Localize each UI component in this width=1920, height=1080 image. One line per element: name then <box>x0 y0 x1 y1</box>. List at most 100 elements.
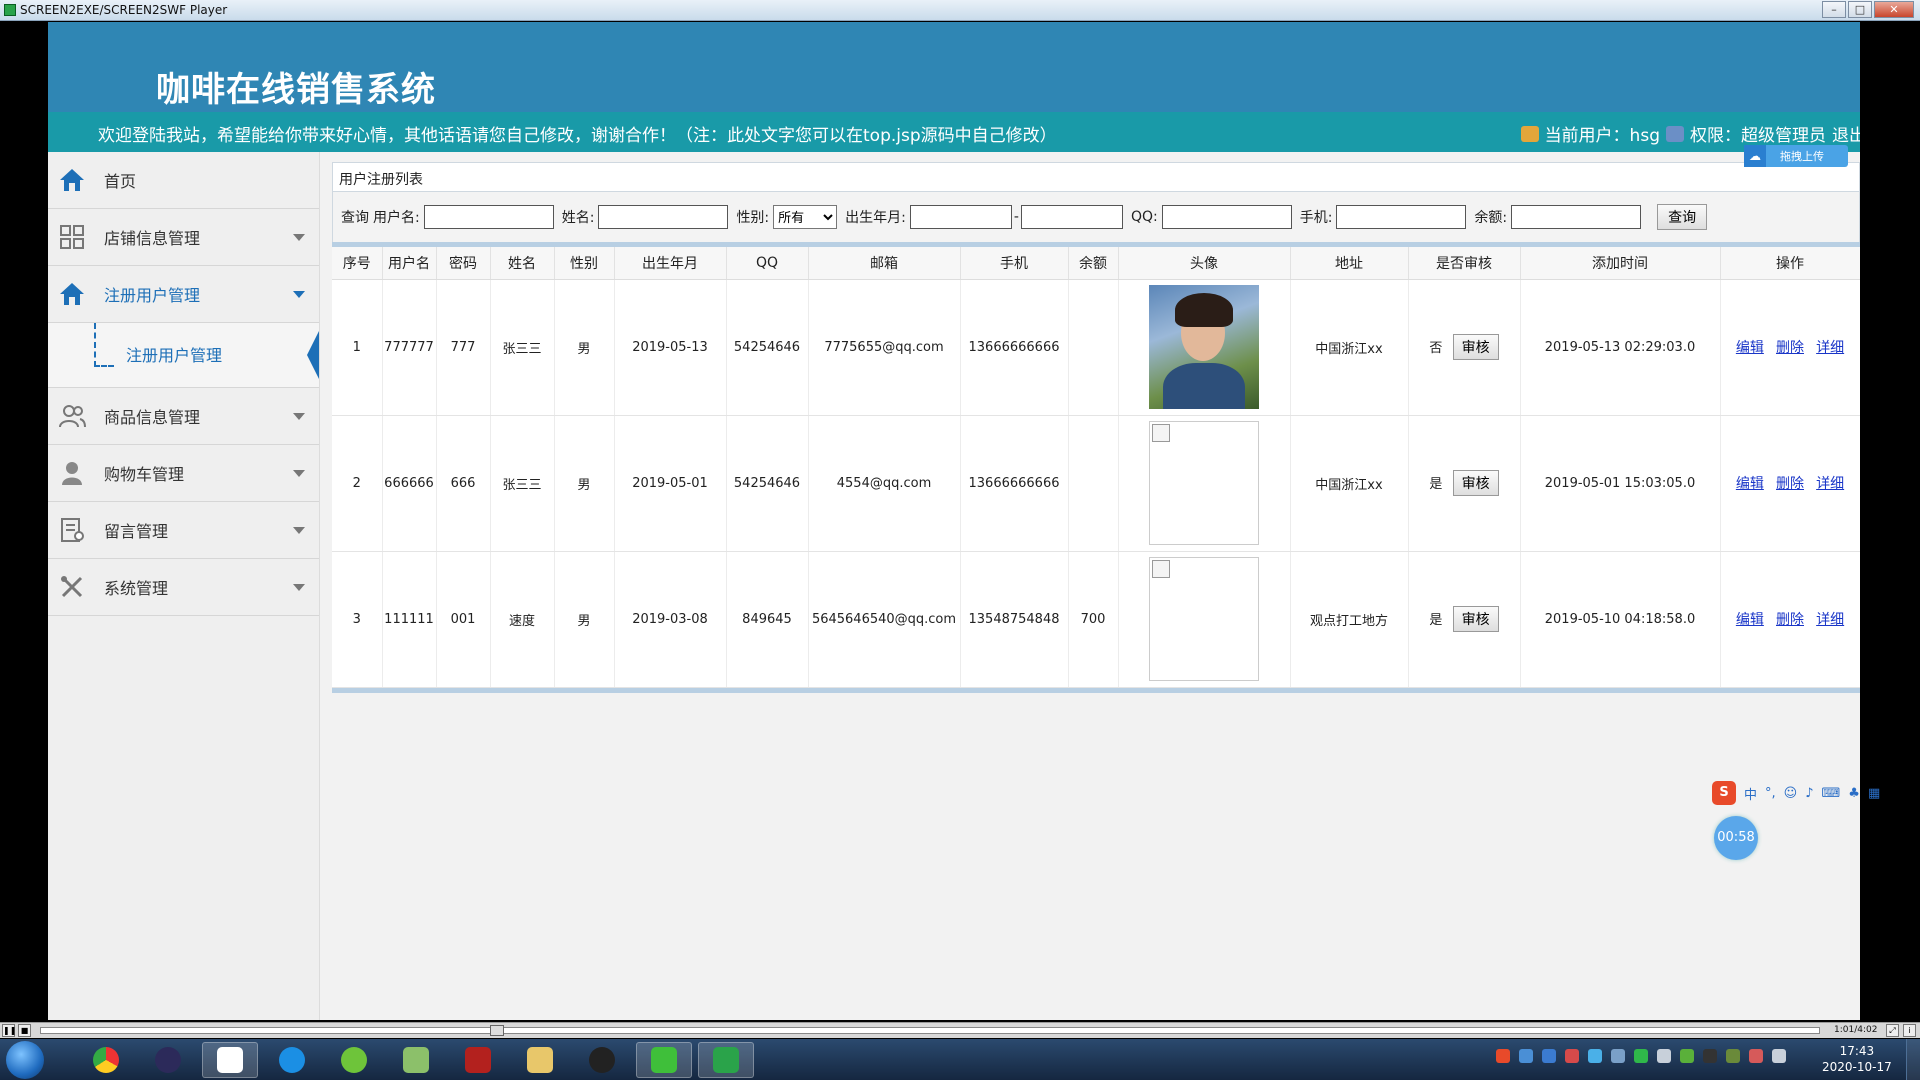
wechat-icon[interactable] <box>636 1042 692 1078</box>
network-icon[interactable] <box>1772 1049 1786 1063</box>
phone-input[interactable] <box>1336 205 1467 229</box>
gender-label: 性别: <box>736 210 770 226</box>
microphone-icon[interactable]: ♪ <box>1805 786 1813 801</box>
sidebar-item-home[interactable]: 首页 <box>48 152 319 209</box>
tray-icon[interactable] <box>1749 1049 1763 1063</box>
audit-button[interactable]: 审核 <box>1452 334 1499 360</box>
birth-label: 出生年月: <box>845 210 906 226</box>
start-button[interactable] <box>6 1041 44 1079</box>
browser-icon[interactable] <box>264 1042 320 1078</box>
birth-start-input[interactable] <box>909 205 1012 229</box>
notepad-icon[interactable] <box>388 1042 444 1078</box>
pause-icon[interactable]: ❚❚ <box>2 1024 16 1037</box>
chevron-down-icon <box>293 413 305 420</box>
fullscreen-icon[interactable]: ⤢ <box>1886 1024 1899 1037</box>
cell-phone: 13666666666 <box>960 415 1069 552</box>
tray-icon[interactable] <box>1519 1049 1533 1063</box>
audit-button[interactable]: 审核 <box>1452 470 1499 496</box>
keyboard-icon[interactable]: ⌨ <box>1822 786 1841 801</box>
qq-icon[interactable] <box>574 1042 630 1078</box>
edit-link[interactable]: 编辑 <box>1736 612 1764 628</box>
folder-icon[interactable] <box>512 1042 568 1078</box>
column-header: 用户名 <box>382 247 437 280</box>
wechat-tray-icon[interactable] <box>1634 1049 1648 1063</box>
skin-icon[interactable]: ♣ <box>1848 786 1860 801</box>
note-icon <box>58 516 86 544</box>
column-header: 头像 <box>1118 247 1291 280</box>
delete-link[interactable]: 删除 <box>1776 340 1804 356</box>
eclipse-icon[interactable] <box>140 1042 196 1078</box>
chevron-down-icon <box>293 527 305 534</box>
emoji-icon[interactable]: ☺ <box>1784 786 1798 801</box>
tray-icon[interactable] <box>1611 1049 1625 1063</box>
ime-mode[interactable]: 中 <box>1744 784 1757 803</box>
chevron-down-icon <box>293 234 305 241</box>
sogou-tray-icon[interactable] <box>1496 1049 1510 1063</box>
query-button[interactable]: 查询 <box>1657 204 1708 230</box>
gender-select[interactable]: 所有 <box>773 205 838 229</box>
detail-link[interactable]: 详细 <box>1816 340 1844 356</box>
cell-balance <box>1068 279 1119 416</box>
maximize-button[interactable]: □ <box>1848 1 1872 18</box>
sidebar-item-products[interactable]: 商品信息管理 <box>48 388 319 445</box>
birth-end-input[interactable] <box>1020 205 1123 229</box>
stop-icon[interactable]: ■ <box>18 1024 31 1037</box>
show-desktop-button[interactable] <box>1906 1039 1920 1080</box>
punctuation-icon[interactable]: °, <box>1765 786 1776 801</box>
close-button[interactable]: ✕ <box>1874 1 1914 18</box>
cloud-icon: ☁ <box>1744 145 1766 167</box>
name-input[interactable] <box>598 205 729 229</box>
logout-link[interactable]: 退出 <box>1832 121 1860 146</box>
tray-icon[interactable] <box>1680 1049 1694 1063</box>
chevron-down-icon <box>293 470 305 477</box>
table-bottom-border <box>332 687 1860 693</box>
tray-icon[interactable] <box>1542 1049 1556 1063</box>
recording-timer[interactable]: 00:58 <box>1714 816 1758 860</box>
flash-icon[interactable] <box>450 1042 506 1078</box>
shield-icon[interactable] <box>1588 1049 1602 1063</box>
qq-input[interactable] <box>1161 205 1292 229</box>
grid-menu-icon[interactable]: ▦ <box>1868 786 1880 801</box>
sidebar-subitem-registered-users[interactable]: 注册用户管理 <box>48 323 319 388</box>
info-icon[interactable]: i <box>1903 1024 1916 1037</box>
volume-icon[interactable] <box>1657 1049 1671 1063</box>
baidu-netdisk-icon[interactable] <box>202 1042 258 1078</box>
window-controls: – □ ✕ <box>1822 1 1914 18</box>
drag-upload-widget[interactable]: ☁ 拖拽上传 <box>1744 145 1848 167</box>
screen-player-icon[interactable] <box>698 1042 754 1078</box>
sidebar-item-shop[interactable]: 店铺信息管理 <box>48 209 319 266</box>
cell-added-time: 2019-05-01 15:03:05.0 <box>1520 415 1721 552</box>
username-input[interactable] <box>423 205 554 229</box>
minimize-button[interactable]: – <box>1822 1 1846 18</box>
sidebar-item-messages[interactable]: 留言管理 <box>48 502 319 559</box>
tray-icon[interactable] <box>1565 1049 1579 1063</box>
users-icon <box>58 402 86 430</box>
audit-button[interactable]: 审核 <box>1452 606 1499 632</box>
sidebar-item-system[interactable]: 系统管理 <box>48 559 319 616</box>
delete-link[interactable]: 删除 <box>1776 612 1804 628</box>
column-header: QQ <box>726 247 809 280</box>
detail-link[interactable]: 详细 <box>1816 476 1844 492</box>
cell-gender: 男 <box>554 551 615 688</box>
qq-tray-icon[interactable] <box>1703 1049 1717 1063</box>
edit-link[interactable]: 编辑 <box>1736 340 1764 356</box>
broken-image-icon <box>1152 560 1170 578</box>
sogou-logo-icon[interactable]: S <box>1712 781 1736 805</box>
sidebar-item-registered-users[interactable]: 注册用户管理 <box>48 266 319 323</box>
chrome-icon[interactable] <box>78 1042 134 1078</box>
ime-toolbar: S 中 °, ☺ ♪ ⌨ ♣ ▦ <box>1712 780 1920 806</box>
edit-link[interactable]: 编辑 <box>1736 476 1764 492</box>
column-header: 出生年月 <box>614 247 727 280</box>
leaf-icon[interactable] <box>326 1042 382 1078</box>
header: 咖啡在线销售系统 <box>48 22 1860 112</box>
detail-link[interactable]: 详细 <box>1816 612 1844 628</box>
delete-link[interactable]: 删除 <box>1776 476 1804 492</box>
cell-birth: 2019-05-13 <box>614 279 727 416</box>
balance-input[interactable] <box>1511 205 1642 229</box>
taskbar-clock[interactable]: 17:43 2020-10-17 <box>1822 1043 1892 1075</box>
sidebar-item-cart[interactable]: 购物车管理 <box>48 445 319 502</box>
seek-bar[interactable] <box>40 1025 1820 1036</box>
seek-thumb[interactable] <box>490 1025 504 1036</box>
cell-address: 中国浙江xx <box>1290 279 1409 416</box>
tray-icon[interactable] <box>1726 1049 1740 1063</box>
